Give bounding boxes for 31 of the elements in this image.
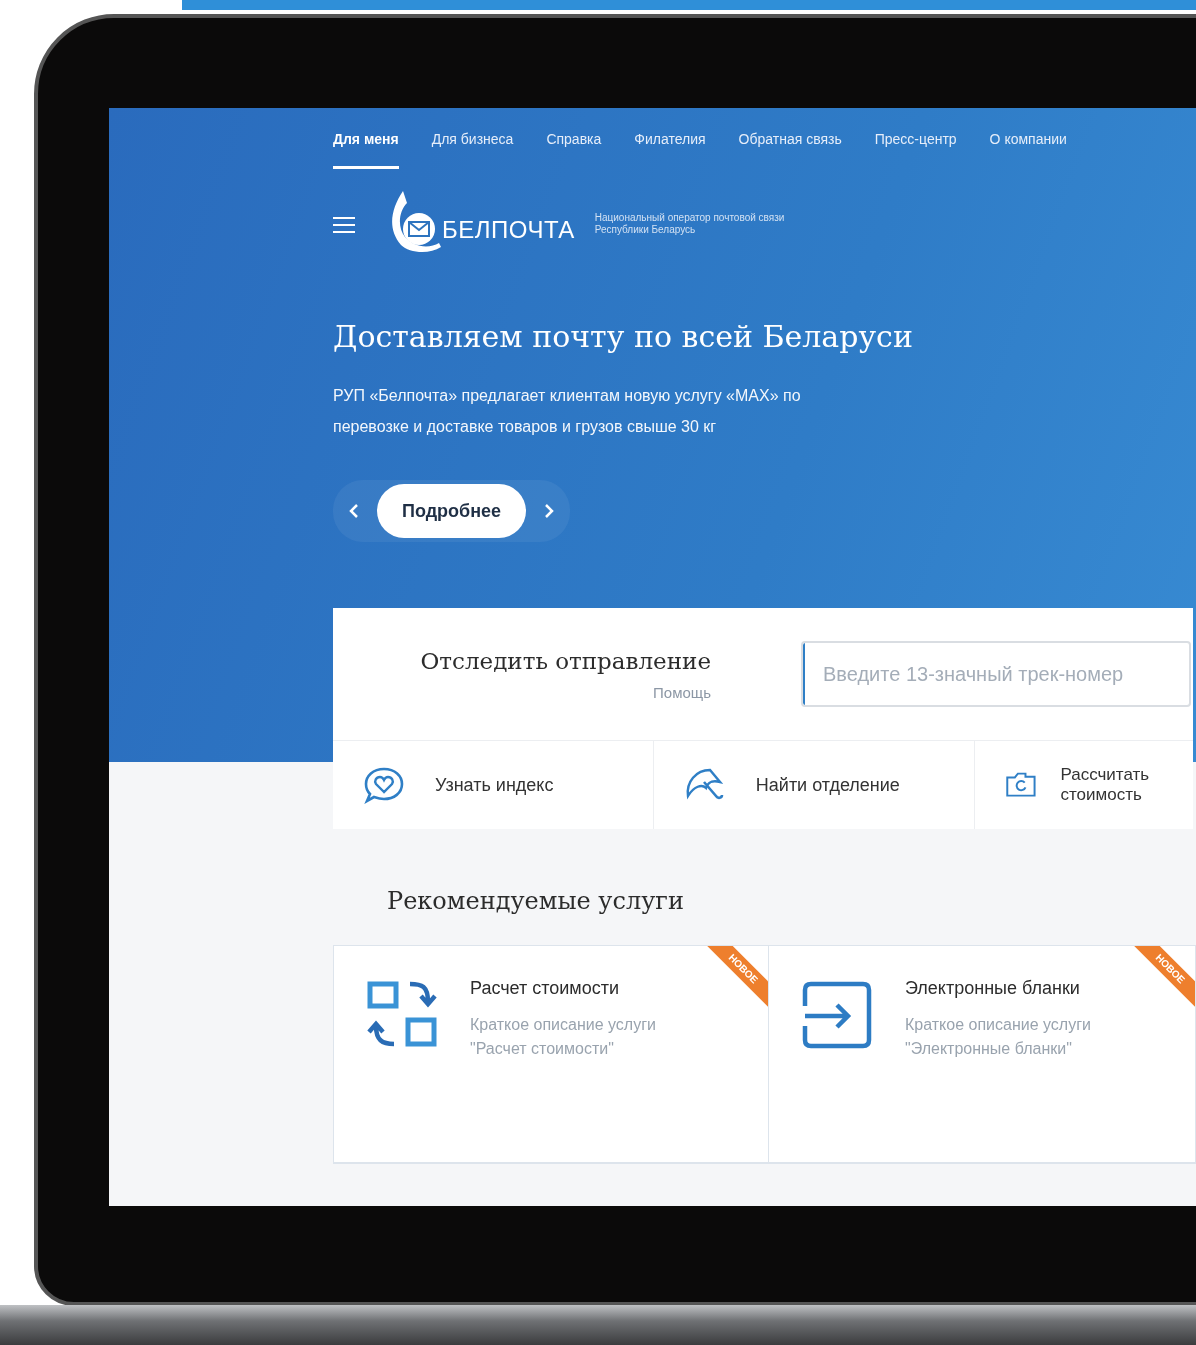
track-number-field[interactable]: Введите 13-значный трек-номер — [801, 641, 1191, 707]
nav-tab[interactable]: Для бизнеса — [431, 131, 514, 169]
nav-tab[interactable]: Справка — [546, 131, 602, 169]
quick-link-label: Найти отделение — [755, 774, 900, 796]
chevron-right-icon[interactable] — [544, 504, 555, 518]
quick-link-label: Рассчитать стоимость — [1060, 765, 1151, 805]
chat-heart-icon — [363, 766, 405, 804]
help-link[interactable]: Помощь — [653, 683, 711, 701]
service-title: Расчет стоимости — [470, 978, 621, 999]
more-button[interactable]: Подробнее — [377, 484, 527, 538]
menu-icon[interactable] — [333, 216, 355, 234]
service-description: Краткое описание услуги "Электронные бланки" — [905, 1015, 1092, 1059]
tracking-title: Отследить отправление — [420, 647, 711, 674]
nav-tab[interactable]: Для меня — [333, 131, 399, 169]
service-description: Краткое описание услуги "Расчет стоимости" — [470, 1015, 657, 1059]
nav-tab[interactable]: Пресс-центр — [874, 131, 957, 169]
nav-tab[interactable]: О компании — [989, 131, 1067, 169]
hero-text: РУП «Белпочта» предлагает клиентам новую услугу «MAX» по перевозке и доставке товаров и грузов свыше 30 кг — [333, 386, 802, 437]
quick-link[interactable]: Узнать индекс — [333, 741, 654, 829]
nav-tab[interactable]: Обратная связь — [738, 131, 842, 169]
quick-link[interactable]: Рассчитать стоимость — [974, 741, 1193, 829]
quick-link-label: Узнать индекс — [435, 774, 554, 796]
section-title: Рекомендуемые услуги — [387, 887, 685, 915]
hero-title: Доставляем почту по всей Беларуси — [333, 319, 914, 354]
nav-tab[interactable]: Филателия — [634, 131, 706, 169]
chevron-left-icon[interactable] — [349, 504, 359, 518]
service-title: Электронные бланки — [905, 978, 1081, 999]
quick-link[interactable]: Найти отделение — [653, 741, 975, 829]
tagline-text: Национальный оператор почтовой связи — [594, 212, 785, 224]
logo-text: БЕЛПОЧТА — [442, 216, 575, 244]
tagline-text: Республики Беларусь — [594, 224, 697, 236]
